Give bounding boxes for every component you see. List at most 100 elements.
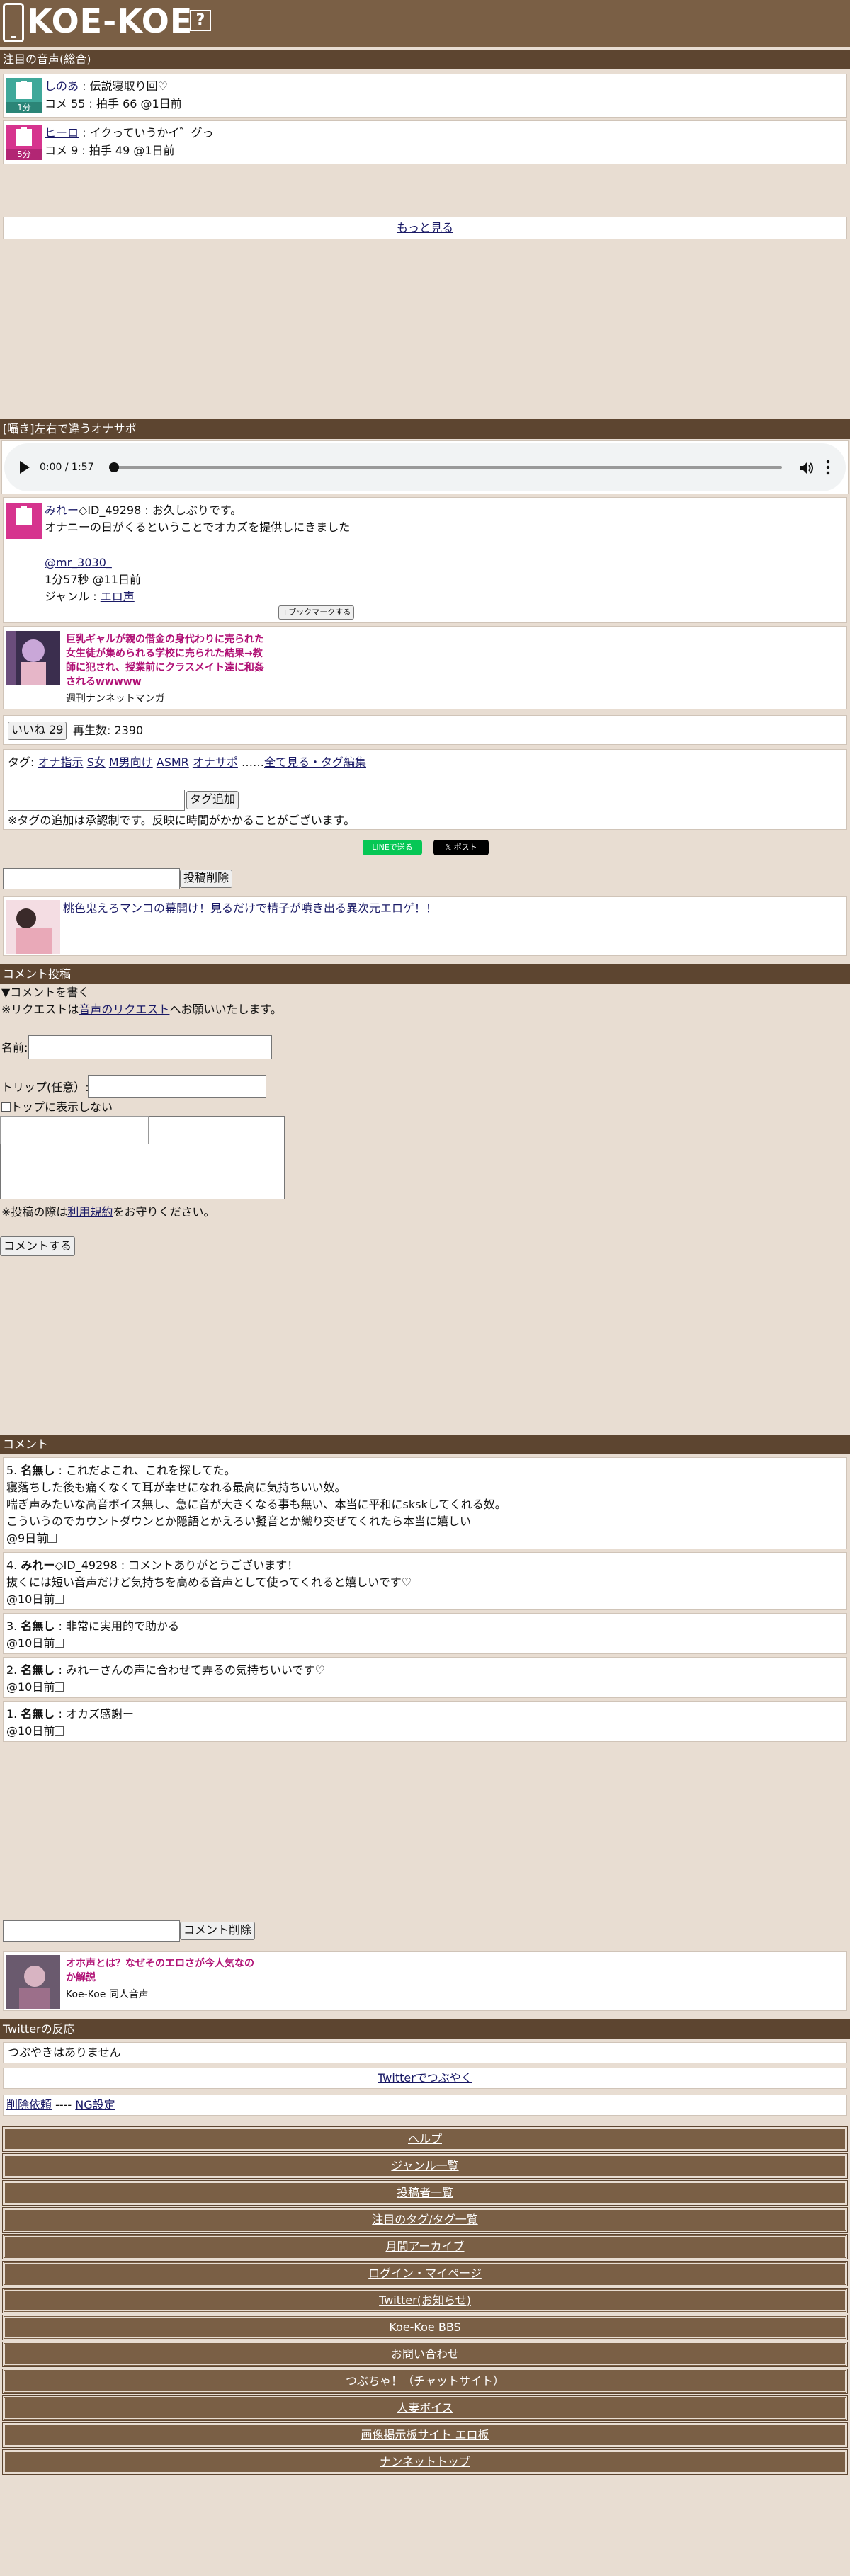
tag-add-button[interactable]: タグ追加 — [186, 791, 239, 809]
report-checkbox[interactable] — [55, 1682, 64, 1692]
delete-comment-key-input[interactable] — [3, 1920, 180, 1942]
audio-time: 0:00 / 1:57 — [40, 462, 94, 473]
ad-banner[interactable]: 巨乳ギャルが親の借金の身代わりに売られた女生徒が集められる学校に売られた結果→教… — [3, 626, 847, 709]
comment-author: 名無し — [21, 1464, 55, 1477]
more-options-icon[interactable] — [826, 459, 830, 476]
tweet-link[interactable]: Twitterでつぶやく — [378, 2071, 472, 2085]
comments-section-title: コメント — [0, 1435, 850, 1454]
audio-progress-track[interactable] — [112, 466, 782, 469]
submit-comment-button[interactable]: コメントする — [0, 1236, 76, 1256]
nav-posters[interactable]: 投稿者一覧 — [2, 2180, 848, 2206]
featured-item[interactable]: 5分 ヒーロ : イクっていうかイ゛グっ コメ 9 : 拍手 49 @1日前 — [3, 120, 847, 164]
twitter-empty: つぶやきはありません — [3, 2042, 847, 2063]
featured-user-link[interactable]: ヒーロ — [45, 126, 79, 139]
comment-toggle[interactable]: ▼コメントを書く — [1, 984, 89, 1001]
ad-title[interactable]: オホ声とは？なぜそのエロさが今人気なのか解説 — [66, 1956, 257, 1985]
nav-chat[interactable]: つぶちゃ！（チャットサイト） — [2, 2369, 848, 2394]
nav-twitter[interactable]: Twitter(お知らせ) — [2, 2288, 848, 2313]
report-checkbox[interactable] — [55, 1595, 64, 1604]
footer-links: 削除依頼 ---- NG設定 — [3, 2095, 847, 2116]
comment-textarea-preview — [0, 1116, 149, 1144]
ad-banner-3[interactable]: オホ声とは？なぜそのエロさが今人気なのか解説 Koe-Koe 同人音声 — [3, 1951, 847, 2011]
comment-item: 4. みれー◇ID_49298 : コメントありがとうございます！ 抜くには短い… — [3, 1552, 847, 1610]
ad-title[interactable]: 巨乳ギャルが親の借金の身代わりに売られた女生徒が集められる学校に売られた結果→教… — [66, 632, 264, 689]
nav-tags[interactable]: 注目のタグ/タグ一覧 — [2, 2207, 848, 2233]
tag-input[interactable] — [8, 790, 185, 811]
delete-post-key-input[interactable] — [3, 868, 180, 889]
help-button[interactable]: ? — [190, 10, 211, 31]
post-user-link[interactable]: みれー — [45, 503, 79, 517]
ad-title-link[interactable]: 桃色鬼えろマンコの幕開け！見るだけで精子が噴き出る異次元エロゲ！！ — [63, 901, 437, 915]
hide-top-label: トップに表示しない — [11, 1100, 113, 1114]
like-button[interactable]: いいね 29 — [8, 722, 67, 740]
ad-thumbnail-image[interactable] — [6, 900, 60, 954]
post-detail: みれー◇ID_49298 : お久しぶりです。 オナニーの日がくるということでオ… — [3, 497, 847, 623]
like-bar: いいね 29 再生数: 2390 — [3, 715, 847, 745]
tag-link[interactable]: ASMR — [157, 756, 189, 769]
trip-input[interactable] — [88, 1075, 266, 1098]
ad-thumbnail-image[interactable] — [6, 1955, 60, 2009]
voice-request-link[interactable]: 音声のリクエスト — [79, 1003, 169, 1016]
nav-help[interactable]: ヘルプ — [2, 2126, 848, 2152]
bookmark-button[interactable]: +ブックマークする — [278, 605, 355, 620]
featured-meta: コメ 9 : 拍手 49 @1日前 — [45, 144, 175, 157]
featured-item[interactable]: 1分 しのあ : 伝説寝取り回♡ コメ 55 : 拍手 66 @1日前 — [3, 74, 847, 118]
nav-contact[interactable]: お問い合わせ — [2, 2342, 848, 2367]
audio-player[interactable]: 0:00 / 1:57 — [4, 443, 846, 491]
nav-image-board[interactable]: 画像掲示板サイト エロ板 — [2, 2422, 848, 2448]
ad-banner-2[interactable]: 桃色鬼えろマンコの幕開け！見るだけで精子が噴き出る異次元エロゲ！！ — [3, 896, 847, 956]
person-icon — [16, 506, 32, 525]
line-share-button[interactable]: LINEで送る — [363, 840, 422, 855]
featured-meta: コメ 55 : 拍手 66 @1日前 — [45, 97, 182, 110]
nav-wife-voice[interactable]: 人妻ボイス — [2, 2395, 848, 2421]
comment-item: 5. 名無し : これだよこれ、これを探してた。 寝落ちした後も痛くなくて耳が幸… — [3, 1457, 847, 1549]
delete-post-button[interactable]: 投稿削除 — [180, 870, 233, 888]
featured-text: 伝説寝取り回♡ — [89, 79, 168, 93]
tweet-button[interactable]: Twitterでつぶやく — [3, 2068, 847, 2089]
tag-edit-link[interactable]: 全て見る・タグ編集 — [264, 756, 366, 769]
hide-top-checkbox[interactable] — [1, 1102, 11, 1112]
ad-thumbnail-image[interactable] — [6, 631, 60, 685]
report-checkbox[interactable] — [55, 1639, 64, 1648]
comment-author: 名無し — [21, 1663, 55, 1677]
play-icon[interactable] — [20, 461, 30, 474]
delete-comment-button[interactable]: コメント削除 — [180, 1922, 256, 1940]
twitter-account-link[interactable]: @mr_3030_ — [45, 556, 112, 569]
person-icon — [16, 127, 32, 146]
tag-link[interactable]: オナ指示 — [38, 756, 83, 769]
more-link[interactable]: もっと見る — [397, 221, 453, 234]
delete-request-link[interactable]: 削除依頼 — [6, 2098, 52, 2111]
tag-link[interactable]: オナサポ — [193, 756, 238, 769]
post-duration: 1分57秒 @11日前 — [45, 573, 141, 586]
play-count: 再生数: 2390 — [73, 724, 144, 737]
tag-link[interactable]: S女 — [87, 756, 106, 769]
x-post-button[interactable]: 𝕏 ポスト — [434, 840, 489, 855]
report-checkbox[interactable] — [47, 1534, 57, 1543]
report-checkbox[interactable] — [55, 1726, 64, 1736]
nav-bbs[interactable]: Koe-Koe BBS — [2, 2315, 848, 2340]
user-avatar: 5分 — [6, 125, 42, 160]
trip-label: トリップ(任意）: — [1, 1081, 89, 1094]
name-input[interactable] — [28, 1035, 272, 1059]
volume-icon[interactable] — [799, 460, 815, 476]
nav-genres[interactable]: ジャンル一覧 — [2, 2153, 848, 2179]
featured-user-link[interactable]: しのあ — [45, 79, 79, 93]
post-user-suffix: ◇ID_49298 : お久しぶりです。 — [79, 503, 242, 517]
nav-archive[interactable]: 月間アーカイブ — [2, 2234, 848, 2259]
nav-nannet-top[interactable]: ナンネットトップ — [2, 2449, 848, 2475]
genre-link[interactable]: エロ声 — [101, 590, 135, 603]
x-logo-icon: 𝕏 — [445, 843, 454, 852]
ng-settings-link[interactable]: NG設定 — [75, 2098, 115, 2111]
featured-text: イクっていうかイ゛グっ — [89, 126, 214, 139]
phone-icon — [3, 3, 24, 42]
comment-form-title: コメント投稿 — [0, 964, 850, 984]
site-logo[interactable]: KOE-KOE — [27, 1, 193, 41]
nav-login[interactable]: ログイン・マイページ — [2, 2261, 848, 2286]
audio-progress-knob[interactable] — [109, 462, 119, 472]
comment-author: 名無し — [21, 1707, 55, 1721]
terms-link[interactable]: 利用規約 — [67, 1205, 113, 1219]
comment-item: 1. 名無し : オカズ感謝ー @10日前 — [3, 1701, 847, 1742]
tag-link[interactable]: M男向け — [109, 756, 153, 769]
comment-item: 3. 名無し : 非常に実用的で助かる @10日前 — [3, 1613, 847, 1654]
more-button[interactable]: もっと見る — [3, 217, 847, 239]
